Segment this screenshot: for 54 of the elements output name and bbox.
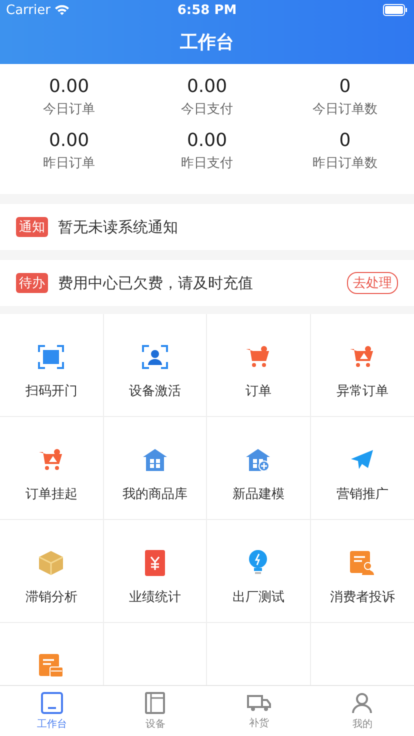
wifi-icon xyxy=(54,4,70,16)
feature-label[interactable]: 业绩统计 xyxy=(128,588,181,606)
stat-label: 昨日订单 xyxy=(43,155,95,172)
document-card-icon xyxy=(39,653,64,679)
feature-label[interactable]: 新品建模 xyxy=(232,485,284,503)
bulb-icon xyxy=(249,550,268,576)
tab-bar-item[interactable]: 补货 xyxy=(207,686,310,736)
box-icon xyxy=(39,550,64,576)
monitor-icon xyxy=(40,692,63,714)
tab-bar-item[interactable]: 我的 xyxy=(310,686,414,736)
person-icon xyxy=(352,692,372,714)
stat-label: 今日订单 xyxy=(43,101,95,118)
feature-label[interactable]: 消费者投诉 xyxy=(330,588,395,606)
handle-button[interactable]: 去处理 xyxy=(347,272,398,294)
feature-label[interactable]: 设备激活 xyxy=(128,382,181,400)
feature-label[interactable]: 滞销分析 xyxy=(25,588,78,606)
cart-icon xyxy=(350,344,374,370)
battery-icon xyxy=(383,4,408,16)
feature-label[interactable]: 订单挂起 xyxy=(25,485,78,503)
page-title: 工作台 xyxy=(180,31,234,54)
store-icon xyxy=(246,447,270,473)
person-scan-icon xyxy=(142,344,168,370)
feature-label[interactable]: 出厂测试 xyxy=(232,588,284,606)
tab-bar-item[interactable]: 工作台 xyxy=(0,686,104,736)
stat-label: 昨日支付 xyxy=(181,155,233,172)
feature-label[interactable]: 营销推广 xyxy=(336,485,388,503)
stat-label: 昨日订单数 xyxy=(312,155,378,172)
stat-label: 今日订单数 xyxy=(312,101,378,118)
yen-card-icon xyxy=(144,550,165,576)
notice-text: 费用中心已欠费，请及时充值 xyxy=(58,274,254,292)
store-icon xyxy=(142,447,167,473)
feature-label[interactable]: 订单 xyxy=(245,382,272,400)
document-person-icon xyxy=(350,550,374,576)
status-time: 6:58 PM xyxy=(177,2,237,18)
tab-bar-item[interactable]: 设备 xyxy=(104,686,207,736)
truck-icon xyxy=(246,692,271,712)
feature-label[interactable]: 我的商品库 xyxy=(122,485,188,503)
stat-value: 0.00 xyxy=(48,76,90,97)
carrier-label: Carrier xyxy=(6,2,50,18)
cart-icon xyxy=(39,447,64,473)
cart-icon xyxy=(246,344,270,370)
stat-value: 0.00 xyxy=(186,130,228,151)
stat-value: 0.00 xyxy=(48,130,90,151)
stat-value: 0 xyxy=(339,76,351,97)
feature-label[interactable]: 扫码开门 xyxy=(25,382,78,400)
cabinet-icon xyxy=(145,692,166,714)
notice-text: 暂无未读系统通知 xyxy=(58,218,179,236)
scan-icon xyxy=(38,344,64,370)
stat-value: 0.00 xyxy=(186,76,228,97)
notice-tag: 待办 xyxy=(16,273,48,293)
notice-tag: 通知 xyxy=(16,217,48,237)
stat-label: 今日支付 xyxy=(181,101,233,118)
feature-label[interactable]: 异常订单 xyxy=(336,382,388,400)
stat-value: 0 xyxy=(339,130,351,151)
